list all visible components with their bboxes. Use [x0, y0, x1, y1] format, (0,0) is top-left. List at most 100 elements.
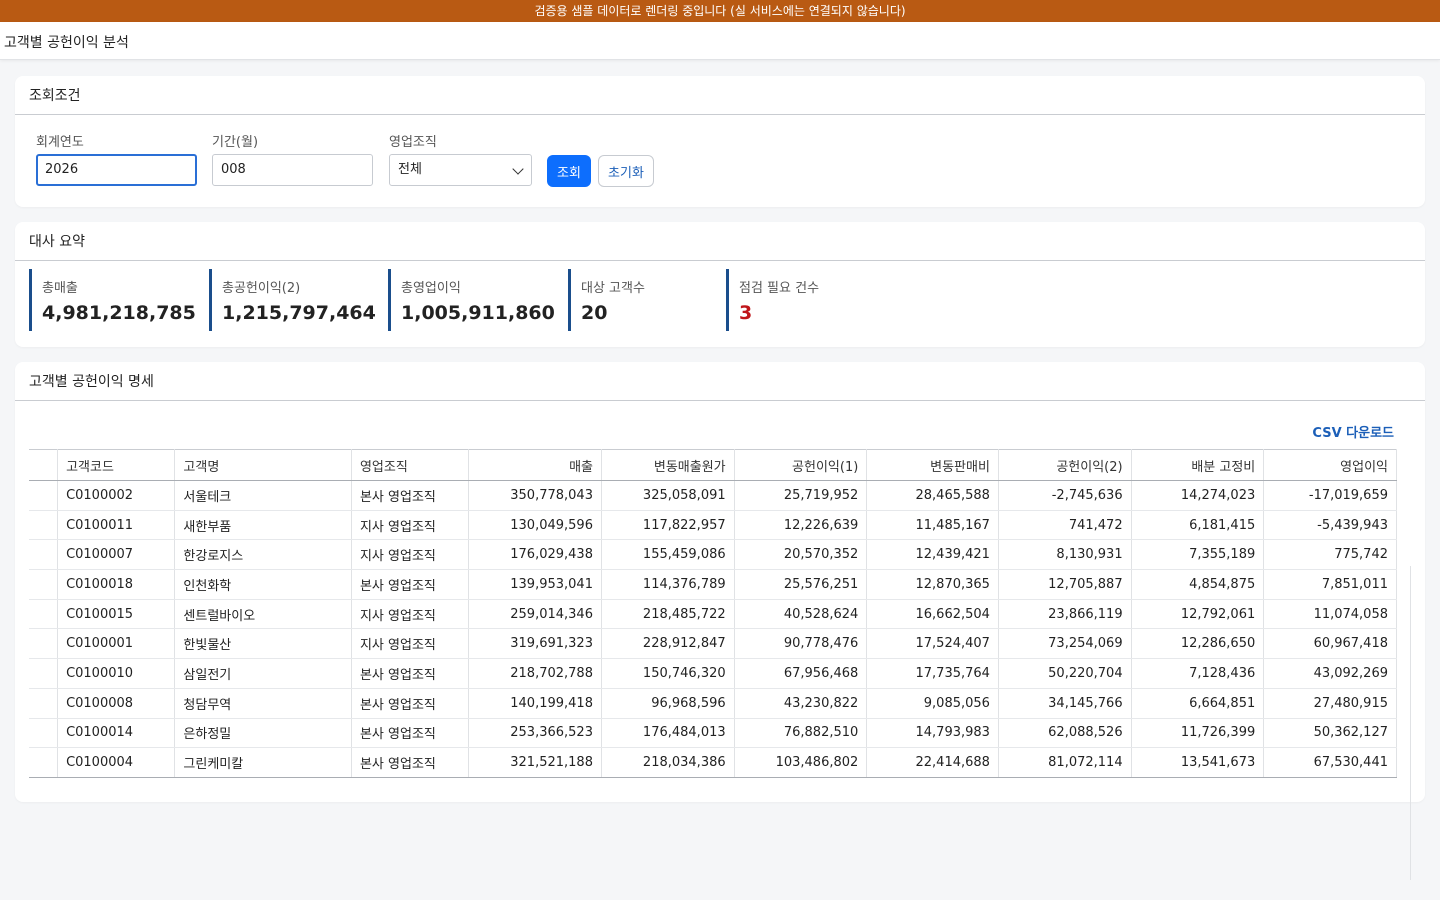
column-header-allocated-fixed-cost[interactable]: 배분 고정비: [1131, 449, 1265, 481]
row-selector-cell[interactable]: [29, 599, 59, 630]
table-row[interactable]: C0100007 한강로지스 지사 영업조직 176,029,438 155,459,0…: [29, 539, 1397, 571]
column-header-sales-org[interactable]: 영업조직: [351, 449, 470, 481]
search-button[interactable]: 조회: [547, 155, 591, 187]
column-header-variable-selling-expense[interactable]: 변동판매비: [866, 449, 999, 481]
table-cell: 23,866,119: [998, 599, 1132, 630]
table-cell: 8,130,931: [998, 539, 1132, 571]
table-row[interactable]: C0100001 한빛물산 지사 영업조직 319,691,323 228,912,84…: [29, 628, 1397, 660]
table-cell: 그린케미칼: [174, 747, 352, 778]
table-cell: 6,664,851: [1131, 688, 1265, 719]
row-selector-cell[interactable]: [29, 747, 59, 778]
table-cell: C0100004: [57, 747, 176, 778]
period-input[interactable]: 008: [212, 154, 373, 186]
table-row[interactable]: C0100015 센트럴바이오 지사 영업조직 259,014,346 218,485,…: [29, 599, 1397, 630]
table-row[interactable]: C0100008 청담무역 본사 영업조직 140,199,418 96,968,596…: [29, 688, 1397, 719]
row-selector-cell[interactable]: [29, 628, 59, 660]
row-selector-cell[interactable]: [29, 688, 59, 719]
table-cell: 14,274,023: [1131, 480, 1265, 511]
table-cell: 27,480,915: [1263, 688, 1397, 719]
reset-button[interactable]: 초기화: [598, 155, 654, 187]
table-cell: 인천화학: [174, 569, 352, 600]
table-cell: 본사 영업조직: [351, 569, 470, 600]
table-cell: 150,746,320: [601, 658, 735, 689]
row-selector-cell[interactable]: [29, 539, 59, 571]
table-cell: 76,882,510: [734, 718, 868, 749]
row-selector-cell[interactable]: [29, 718, 59, 749]
kpi-total-contribution-margin: 총공헌이익(2) 1,215,797,464: [209, 269, 376, 331]
row-selector-cell[interactable]: [29, 658, 59, 689]
table-cell: 새한부품: [174, 510, 352, 541]
table-cell: 62,088,526: [998, 718, 1132, 749]
table-row[interactable]: C0100002 서울테크 본사 영업조직 350,778,043 325,058,09…: [29, 480, 1397, 511]
table-cell: 13,541,673: [1131, 747, 1265, 778]
table-cell: C0100018: [57, 569, 176, 600]
table-cell: 321,521,188: [468, 747, 602, 778]
fiscal-year-input[interactable]: 2026: [36, 154, 197, 186]
table-cell: C0100002: [57, 480, 176, 511]
table-row[interactable]: C0100010 삼일전기 본사 영업조직 218,702,788 150,746,32…: [29, 658, 1397, 689]
column-header-variable-cogs[interactable]: 변동매출원가: [601, 449, 735, 481]
table-cell: 218,702,788: [468, 658, 602, 689]
table-cell: C0100001: [57, 628, 176, 660]
table-cell: 4,854,875: [1131, 569, 1265, 600]
column-header-customer-code[interactable]: 고객코드: [57, 449, 176, 481]
table-cell: 43,092,269: [1263, 658, 1397, 689]
table-cell: 본사 영업조직: [351, 747, 470, 778]
table-cell: 6,181,415: [1131, 510, 1265, 541]
kpi-label: 점검 필요 건수: [739, 281, 820, 296]
table-cell: 155,459,086: [601, 539, 735, 571]
column-header-customer-name[interactable]: 고객명: [174, 449, 352, 481]
column-header-contribution-1[interactable]: 공헌이익(1): [734, 449, 868, 481]
kpi-value: 3: [739, 302, 753, 324]
table-cell: 139,953,041: [468, 569, 602, 600]
table-cell: 지사 영업조직: [351, 628, 470, 660]
table-row[interactable]: C0100011 새한부품 지사 영업조직 130,049,596 117,822,95…: [29, 510, 1397, 541]
table-cell: 본사 영업조직: [351, 658, 470, 689]
sales-org-label: 영업조직: [389, 135, 437, 150]
column-header-contribution-2[interactable]: 공헌이익(2): [998, 449, 1132, 481]
column-header-operating-profit[interactable]: 영업이익: [1263, 449, 1397, 481]
table-cell: 16,662,504: [866, 599, 999, 630]
table-cell: 114,376,789: [601, 569, 735, 600]
kpi-value: 4,981,218,785: [42, 302, 196, 324]
table-cell: 한빛물산: [174, 628, 352, 660]
table-cell: -2,745,636: [998, 480, 1132, 511]
table-cell: 14,793,983: [866, 718, 999, 749]
contribution-grid: 고객코드 고객명 영업조직 매출 변동매출원가 공헌이익(1) 변동판매비 공헌…: [29, 449, 1411, 880]
kpi-total-sales: 총매출 4,981,218,785: [29, 269, 196, 331]
column-header-sales[interactable]: 매출: [468, 449, 602, 481]
row-selector-cell[interactable]: [29, 480, 59, 511]
table-cell: 은하정밀: [174, 718, 352, 749]
table-row[interactable]: C0100004 그린케미칼 본사 영업조직 321,521,188 218,034,3…: [29, 747, 1397, 778]
row-selector-cell[interactable]: [29, 569, 59, 600]
row-selector-cell[interactable]: [29, 510, 59, 541]
search-panel: 조회조건 회계연도 2026 기간(월) 008 영업조직 전체 조회 초기화: [15, 76, 1425, 207]
table-cell: 11,726,399: [1131, 718, 1265, 749]
table-cell: -17,019,659: [1263, 480, 1397, 511]
table-cell: 43,230,822: [734, 688, 868, 719]
table-cell: 본사 영업조직: [351, 480, 470, 511]
table-cell: 서울테크: [174, 480, 352, 511]
kpi-value: 20: [581, 302, 608, 324]
csv-download-link[interactable]: CSV 다운로드: [1312, 422, 1394, 441]
kpi-check-needed-count: 점검 필요 건수 3: [726, 269, 819, 331]
sales-org-select[interactable]: 전체: [389, 154, 532, 186]
table-cell: 96,968,596: [601, 688, 735, 719]
table-cell: 259,014,346: [468, 599, 602, 630]
table-cell: 90,778,476: [734, 628, 868, 660]
table-cell: 67,956,468: [734, 658, 868, 689]
table-cell: 50,362,127: [1263, 718, 1397, 749]
table-cell: 218,034,386: [601, 747, 735, 778]
kpi-value: 1,215,797,464: [222, 302, 376, 324]
kpi-label: 총매출: [42, 281, 78, 296]
table-row[interactable]: C0100014 은하정밀 본사 영업조직 253,366,523 176,484,01…: [29, 718, 1397, 749]
table-cell: 12,439,421: [866, 539, 999, 571]
table-cell: C0100010: [57, 658, 176, 689]
grid-vertical-scrollbar[interactable]: [1410, 566, 1411, 880]
table-cell: 775,742: [1263, 539, 1397, 571]
table-cell: 7,355,189: [1131, 539, 1265, 571]
table-cell: 11,485,167: [866, 510, 999, 541]
table-cell: 지사 영업조직: [351, 510, 470, 541]
table-cell: -5,439,943: [1263, 510, 1397, 541]
table-row[interactable]: C0100018 인천화학 본사 영업조직 139,953,041 114,376,78…: [29, 569, 1397, 600]
